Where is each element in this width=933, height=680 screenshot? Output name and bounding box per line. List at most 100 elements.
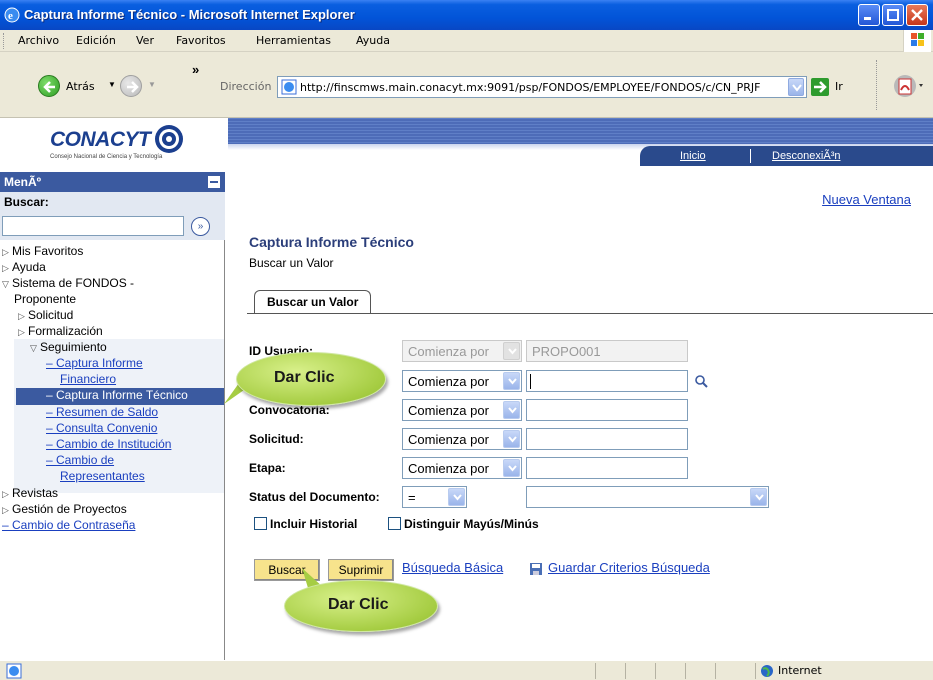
- go-arrow-icon[interactable]: [811, 78, 829, 96]
- save-icon[interactable]: [529, 562, 543, 576]
- address-bar[interactable]: http://finscmws.main.conacyt.mx:9091/psp…: [277, 76, 807, 98]
- sidebar-item-label: Consulta Convenio: [56, 421, 158, 435]
- maximize-icon: [887, 9, 899, 21]
- logo-subtitle: Consejo Nacional de Ciencia y Tecnología: [50, 154, 163, 160]
- sidebar-item-cambio-institucion[interactable]: – Cambio de Institución: [46, 437, 171, 451]
- toolbar: Atrás ▼ ▼ » Dirección http://finscmws.ma…: [0, 52, 933, 118]
- menu-search-go-icon[interactable]: »: [191, 217, 210, 236]
- sidebar-item-resumen-saldo[interactable]: – Resumen de Saldo: [46, 405, 158, 419]
- menu-search-input[interactable]: [2, 216, 184, 236]
- header-band: [228, 118, 933, 146]
- input-id-usuario: PROPO001: [526, 340, 688, 362]
- sidebar-item-captura-financiero[interactable]: – Captura Informe: [46, 356, 143, 370]
- menu-edicion[interactable]: Edición: [76, 34, 116, 47]
- nav-desconexion-link[interactable]: DesconexiÃ³n: [772, 150, 840, 162]
- menu-collapse-icon[interactable]: [208, 176, 220, 188]
- sidebar-item-label: Proponente: [14, 292, 77, 306]
- busqueda-basica-link[interactable]: Búsqueda Básica: [402, 560, 503, 575]
- menu-search-area: Buscar: »: [0, 192, 225, 240]
- lookup-search-icon[interactable]: [694, 374, 709, 389]
- tab-buscar-valor[interactable]: Buscar un Valor: [254, 290, 372, 314]
- label-solicitud: Solicitud:: [249, 432, 304, 446]
- maximize-button[interactable]: [882, 4, 904, 26]
- select-convocatoria-op[interactable]: Comienza por: [402, 399, 522, 421]
- select-solicitud-op[interactable]: Comienza por: [402, 428, 522, 450]
- checkbox-incluir-historial[interactable]: Incluir Historial: [254, 517, 357, 531]
- address-dropdown-icon[interactable]: [788, 78, 804, 96]
- more-chevron-icon[interactable]: »: [192, 62, 199, 77]
- select-status-value[interactable]: [526, 486, 769, 508]
- logo-text: CONACYT: [50, 128, 151, 151]
- input-proyecto[interactable]: [526, 370, 688, 392]
- toolbar-grip: [3, 33, 6, 49]
- nav-inicio-link[interactable]: Inicio: [680, 150, 706, 162]
- menu-ayuda[interactable]: Ayuda: [356, 34, 390, 47]
- sidebar-item-representantes[interactable]: Representantes: [60, 469, 145, 483]
- sidebar-item-label: Gestión de Proyectos: [12, 502, 127, 516]
- menu-herramientas[interactable]: Herramientas: [256, 34, 331, 47]
- globe-icon: [761, 665, 773, 677]
- svg-text:e: e: [8, 10, 13, 22]
- select-text: =: [408, 490, 416, 505]
- checkbox-distinguir[interactable]: Distinguir Mayús/Minús: [388, 517, 539, 531]
- menu-archivo[interactable]: Archivo: [18, 34, 59, 47]
- sidebar-item-sistema-fondos[interactable]: ▽ Sistema de FONDOS -: [2, 276, 134, 290]
- row-etapa: Etapa: Comienza por: [249, 457, 933, 479]
- sidebar-item-formalizacion[interactable]: ▷ Formalización: [18, 324, 103, 338]
- sidebar-item-seguimiento[interactable]: ▽ Seguimiento: [30, 340, 107, 354]
- dropdown-arrow-icon: [503, 342, 520, 360]
- sidebar-item-financiero[interactable]: Financiero: [60, 372, 116, 386]
- top-nav: Inicio DesconexiÃ³n: [640, 146, 933, 166]
- checkbox-box[interactable]: [254, 517, 267, 530]
- input-solicitud[interactable]: [526, 428, 688, 450]
- url-text[interactable]: http://finscmws.main.conacyt.mx:9091/psp…: [300, 81, 786, 94]
- sidebar-item-mis-favoritos[interactable]: ▷ Mis Favoritos: [2, 244, 83, 258]
- close-button[interactable]: [906, 4, 928, 26]
- checkbox-box[interactable]: [388, 517, 401, 530]
- sidebar-item-proponente[interactable]: Proponente: [14, 292, 76, 306]
- sidebar-item-label: Cambio de Institución: [56, 437, 172, 451]
- back-dropdown-icon[interactable]: ▼: [108, 80, 116, 89]
- input-value: PROPO001: [532, 344, 601, 359]
- sidebar-item-label: Sistema de FONDOS -: [12, 276, 135, 290]
- nueva-ventana-link[interactable]: Nueva Ventana: [822, 192, 911, 207]
- back-label: Atrás: [66, 80, 95, 93]
- go-label[interactable]: Ir: [835, 80, 843, 93]
- suprimir-button[interactable]: Suprimir: [328, 559, 394, 581]
- minimize-icon: [864, 17, 871, 20]
- row-status: Status del Documento: =: [249, 486, 933, 508]
- select-proyecto-op[interactable]: Comienza por: [402, 370, 522, 392]
- menu-favoritos[interactable]: Favoritos: [176, 34, 226, 47]
- triangle-down-icon: ▽: [2, 279, 9, 289]
- sidebar-item-gestion-proyectos[interactable]: ▷ Gestión de Proyectos: [2, 502, 127, 516]
- triangle-down-icon: ▽: [30, 343, 37, 353]
- sidebar-item-consulta-convenio[interactable]: – Consulta Convenio: [46, 421, 157, 435]
- toolbar-separator: [876, 60, 877, 110]
- menu-ver[interactable]: Ver: [136, 34, 154, 47]
- conacyt-seal-icon: [155, 125, 183, 153]
- sidebar-item-solicitud[interactable]: ▷ Solicitud: [18, 308, 73, 322]
- dropdown-arrow-icon: [503, 372, 520, 390]
- sidebar-item-cambio-contrasena[interactable]: – Cambio de Contraseña: [2, 518, 135, 532]
- status-cell: [715, 663, 755, 679]
- minimize-button[interactable]: [858, 4, 880, 26]
- select-status-op[interactable]: =: [402, 486, 467, 508]
- row-convocatoria: Convocatoria: Comienza por: [249, 399, 933, 421]
- sidebar-item-revistas[interactable]: ▷ Revistas: [2, 486, 58, 500]
- sidebar-item-label: Solicitud: [28, 308, 74, 322]
- input-etapa[interactable]: [526, 457, 688, 479]
- triangle-right-icon: ▷: [2, 505, 9, 515]
- sidebar-item-captura-tecnico[interactable]: – Captura Informe Técnico: [16, 388, 224, 405]
- input-convocatoria[interactable]: [526, 399, 688, 421]
- sidebar-item-label: Formalización: [28, 324, 103, 338]
- checkbox-label: Distinguir Mayús/Minús: [404, 517, 539, 531]
- select-etapa-op[interactable]: Comienza por: [402, 457, 522, 479]
- sidebar-item-cambio-de[interactable]: – Cambio de: [46, 453, 114, 467]
- title-bar: e Captura Informe Técnico - Microsoft In…: [0, 0, 933, 30]
- forward-dropdown-icon[interactable]: ▼: [148, 80, 156, 89]
- sidebar-item-label: Financiero: [60, 372, 117, 386]
- sidebar-item-ayuda[interactable]: ▷ Ayuda: [2, 260, 46, 274]
- pdf-icon[interactable]: [893, 74, 925, 100]
- dropdown-arrow-icon: [503, 459, 520, 477]
- guardar-criterios-link[interactable]: Guardar Criterios Búsqueda: [548, 560, 710, 575]
